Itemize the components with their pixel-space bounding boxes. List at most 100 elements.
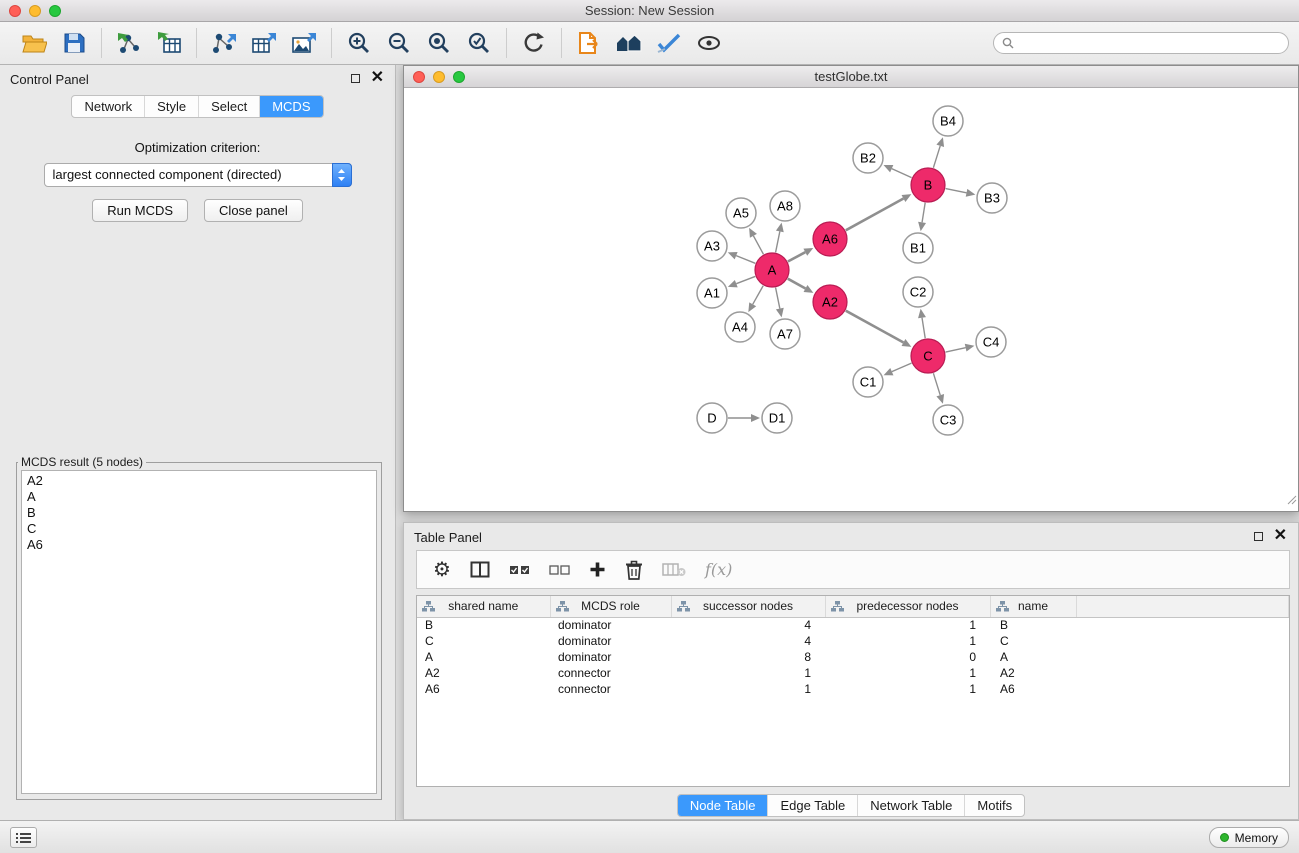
trash-icon	[625, 560, 643, 580]
unselect-all-button[interactable]	[549, 564, 570, 576]
zoom-out-button[interactable]	[379, 26, 419, 60]
graph-edge[interactable]	[736, 276, 755, 283]
open-session-button[interactable]	[14, 26, 54, 60]
close-panel-icon[interactable]: ✕	[1274, 531, 1287, 541]
column-header-successor-nodes[interactable]: successor nodes	[671, 596, 825, 617]
create-column-button[interactable]	[589, 561, 606, 578]
delete-column-button[interactable]	[625, 560, 643, 580]
import-network-button[interactable]	[109, 26, 149, 60]
graph-edge[interactable]	[753, 236, 763, 254]
export-image-button[interactable]	[284, 26, 324, 60]
graph-edge[interactable]	[933, 146, 940, 168]
result-item[interactable]: A6	[27, 537, 371, 553]
tab-network[interactable]: Network	[72, 96, 145, 117]
result-item[interactable]: A2	[27, 473, 371, 489]
tab-network-table[interactable]: Network Table	[858, 795, 965, 816]
birdseye-view-button[interactable]	[689, 26, 729, 60]
import-table-button[interactable]	[149, 26, 189, 60]
column-header-name[interactable]: name	[990, 596, 1076, 617]
save-session-button[interactable]	[54, 26, 94, 60]
zoom-selected-button[interactable]	[459, 26, 499, 60]
table-row[interactable]: Cdominator41C	[417, 633, 1289, 649]
task-history-button[interactable]	[10, 827, 37, 848]
graph-edge[interactable]	[892, 363, 912, 372]
graph-edge[interactable]	[776, 288, 780, 309]
network-zoom-button[interactable]	[453, 71, 465, 83]
graph-edge[interactable]	[846, 311, 904, 343]
table-options-button[interactable]: ⚙	[433, 560, 451, 580]
column-header-shared-name[interactable]: shared name	[417, 596, 550, 617]
select-all-button[interactable]	[509, 564, 530, 576]
memory-button[interactable]: Memory	[1209, 827, 1289, 848]
column-header-predecessor-nodes[interactable]: predecessor nodes	[825, 596, 990, 617]
network-graph[interactable]: AA6A2BCA5A8A3A1A4A7B2B4B3B1C2C4C1C3DD1	[404, 88, 1298, 511]
graph-node-label: B	[924, 178, 933, 193]
graph-edge[interactable]	[736, 256, 755, 264]
network-window: testGlobe.txt AA6A2BCA5A8A3A1A4A7B2B4B3B…	[403, 65, 1299, 512]
graphics-details-button[interactable]	[649, 26, 689, 60]
graph-edge[interactable]	[946, 189, 967, 193]
table-cell	[1076, 665, 1289, 681]
search-box[interactable]	[993, 32, 1289, 54]
column-header-mcds-role[interactable]: MCDS role	[550, 596, 671, 617]
run-mcds-button[interactable]: Run MCDS	[92, 199, 188, 222]
table-cell: C	[417, 633, 550, 649]
export-table-button[interactable]	[244, 26, 284, 60]
show-columns-button[interactable]	[470, 561, 490, 578]
dropdown-stepper-icon[interactable]	[332, 163, 352, 187]
result-item[interactable]: C	[27, 521, 371, 537]
graph-edge[interactable]	[946, 348, 966, 352]
graph-edge[interactable]	[933, 373, 940, 395]
graph-edge[interactable]	[922, 203, 925, 223]
mcds-result-list[interactable]: A2ABCA6	[21, 470, 377, 794]
home-button[interactable]	[609, 26, 649, 60]
network-minimize-button[interactable]	[433, 71, 445, 83]
tab-node-table[interactable]: Node Table	[678, 795, 769, 816]
resize-handle[interactable]	[1286, 492, 1297, 510]
graph-edge[interactable]	[846, 199, 904, 231]
network-window-titlebar[interactable]: testGlobe.txt	[404, 66, 1298, 88]
zoom-in-button[interactable]	[339, 26, 379, 60]
close-window-button[interactable]	[9, 5, 21, 17]
tab-mcds[interactable]: MCDS	[260, 96, 322, 117]
unchecked-boxes-icon	[549, 564, 570, 576]
table-row[interactable]: A6connector11A6	[417, 681, 1289, 697]
tab-motifs[interactable]: Motifs	[965, 795, 1024, 816]
tab-style[interactable]: Style	[145, 96, 199, 117]
delete-table-button[interactable]	[662, 562, 686, 577]
network-canvas[interactable]: AA6A2BCA5A8A3A1A4A7B2B4B3B1C2C4C1C3DD1	[404, 88, 1298, 511]
table-cell: 1	[825, 617, 990, 633]
close-panel-button[interactable]: Close panel	[204, 199, 303, 222]
result-item[interactable]: A	[27, 489, 371, 505]
tab-edge-table[interactable]: Edge Table	[768, 795, 858, 816]
table-row[interactable]: A2connector11A2	[417, 665, 1289, 681]
graph-edge[interactable]	[788, 279, 806, 289]
graph-node-label: D	[707, 411, 716, 426]
zoom-window-button[interactable]	[49, 5, 61, 17]
graph-edge[interactable]	[788, 252, 805, 261]
network-close-button[interactable]	[413, 71, 425, 83]
function-builder-button[interactable]: f(x)	[705, 560, 732, 579]
search-input[interactable]	[1019, 36, 1280, 50]
first-neighbors-button[interactable]	[569, 26, 609, 60]
table-row[interactable]: Adominator80A	[417, 649, 1289, 665]
minimize-window-button[interactable]	[29, 5, 41, 17]
graph-edge[interactable]	[776, 231, 780, 252]
layout-refresh-button[interactable]	[514, 26, 554, 60]
graph-edge[interactable]	[922, 318, 925, 339]
table-header-row: shared name MCDS role successor nodes	[417, 596, 1289, 617]
tab-select[interactable]: Select	[199, 96, 260, 117]
float-panel-icon[interactable]	[1254, 532, 1263, 541]
close-panel-icon[interactable]: ✕	[371, 73, 384, 83]
memory-label: Memory	[1235, 831, 1278, 845]
criterion-dropdown[interactable]: largest connected component (directed)	[44, 163, 352, 187]
table-row[interactable]: Bdominator41B	[417, 617, 1289, 633]
result-item[interactable]: B	[27, 505, 371, 521]
zoom-fit-button[interactable]	[419, 26, 459, 60]
fx-icon: f(x)	[705, 560, 732, 579]
float-panel-icon[interactable]	[351, 74, 360, 83]
graph-edge[interactable]	[892, 169, 912, 178]
graph-edge[interactable]	[753, 286, 763, 305]
table-cell: B	[990, 617, 1076, 633]
export-network-button[interactable]	[204, 26, 244, 60]
